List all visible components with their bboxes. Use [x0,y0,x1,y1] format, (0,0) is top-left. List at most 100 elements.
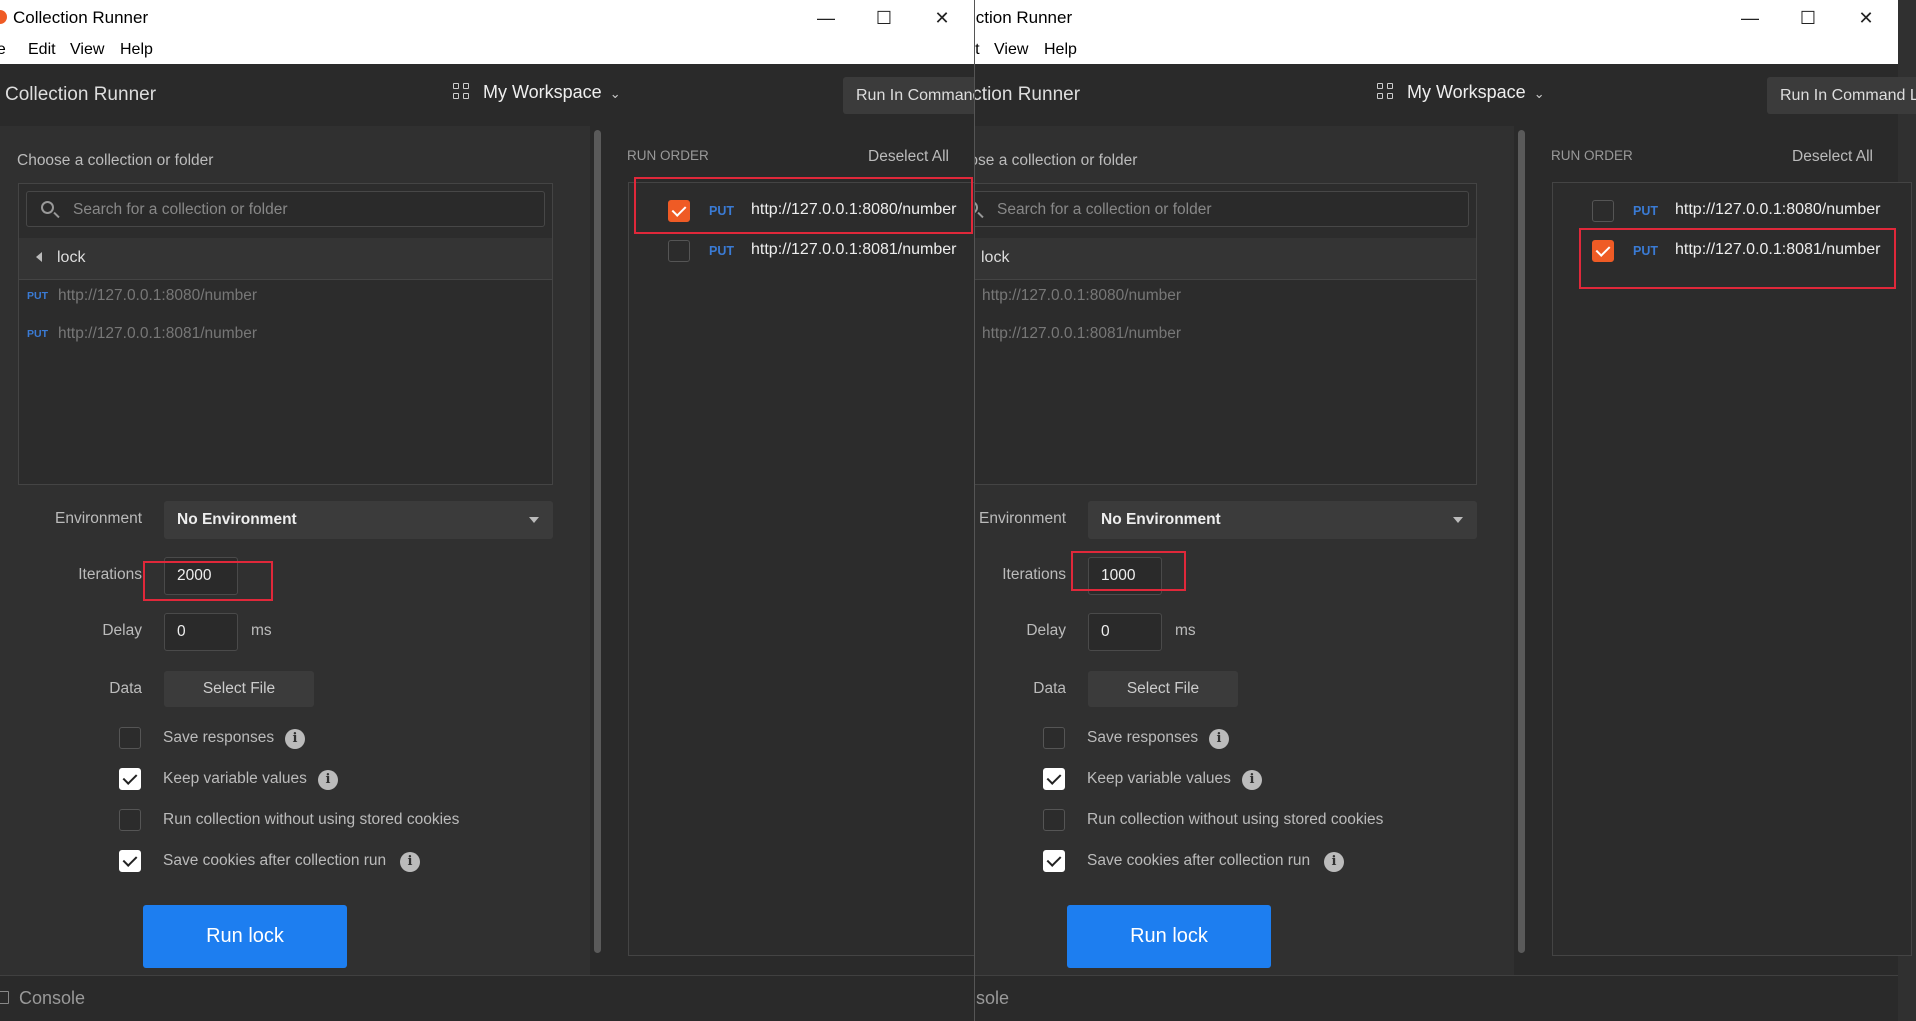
collection-request-item[interactable]: PUT http://127.0.0.1:8080/number [19,281,552,311]
delay-input[interactable] [1088,613,1162,651]
maximize-icon[interactable]: ☐ [1788,2,1828,34]
method-badge: PUT [709,244,734,258]
menu-help[interactable]: Help [120,41,153,59]
run-order-item[interactable]: PUT http://127.0.0.1:8081/number [1564,233,1904,269]
workspace-name: My Workspace [1407,82,1526,102]
deselect-all-link[interactable]: Deselect All [868,148,949,166]
workspace-grid-icon [453,83,471,101]
app-header: Collection Runner My Workspace ⌄ Run In C… [0,64,974,126]
info-icon[interactable]: i [1242,770,1262,790]
search-input[interactable] [71,198,515,222]
collection-browser: lock PUT http://127.0.0.1:8080/number PU… [18,183,553,485]
collection-request-item[interactable]: PUT http://127.0.0.1:8081/number [975,319,1476,349]
run-in-command-line-button[interactable]: Run In Command Line [843,77,974,114]
save-cookies-checkbox[interactable] [1043,850,1065,872]
save-cookies-checkbox[interactable] [119,850,141,872]
collection-request-item[interactable]: PUT http://127.0.0.1:8081/number [19,319,552,349]
console-icon[interactable] [0,991,9,1004]
info-icon[interactable]: i [1209,729,1229,749]
menu-bar: File Edit View Help [0,36,974,64]
chevron-down-icon: ⌄ [1533,86,1545,101]
no-stored-cookies-checkbox[interactable] [1043,809,1065,831]
scrollbar[interactable] [1518,130,1525,953]
scrollbar[interactable] [594,130,601,953]
save-cookies-label: Save cookies after collection run [163,852,387,869]
request-url: http://127.0.0.1:8081/number [751,241,957,258]
save-responses-label: Save responses [1087,729,1199,746]
minimize-icon[interactable]: — [806,2,846,34]
search-box [975,191,1469,227]
request-url: http://127.0.0.1:8080/number [1675,201,1881,218]
maximize-icon[interactable]: ☐ [864,2,904,34]
collection-request-item[interactable]: PUT http://127.0.0.1:8080/number [975,281,1476,311]
delay-unit: ms [251,622,272,639]
delay-label: Delay [102,622,142,639]
status-bar: Console [0,975,974,1021]
select-file-button[interactable]: Select File [164,671,314,707]
method-badge: PUT [1633,204,1658,218]
run-in-command-line-button[interactable]: Run In Command Line [1767,77,1916,114]
save-responses-checkbox[interactable] [1043,727,1065,749]
close-icon[interactable]: ✕ [922,2,962,34]
folder-back-row[interactable]: lock [975,238,1476,280]
menu-help[interactable]: Help [1044,41,1077,59]
run-order-item[interactable]: PUT http://127.0.0.1:8080/number [1564,193,1904,229]
close-icon[interactable]: ✕ [1846,2,1886,34]
console-toggle[interactable]: Console [19,988,85,1009]
menu-edit[interactable]: Edit [28,41,56,59]
dropdown-arrow-icon [529,517,539,523]
save-responses-checkbox[interactable] [119,727,141,749]
workspace-switcher[interactable]: My Workspace ⌄ [1377,82,1545,103]
run-collection-button[interactable]: Run lock [143,905,347,968]
menu-file[interactable]: File [0,41,6,59]
run-order-checkbox[interactable] [668,200,690,222]
run-order-item[interactable]: PUT http://127.0.0.1:8081/number [640,233,974,269]
menu-view[interactable]: View [70,41,104,59]
data-label: Data [109,680,142,697]
menu-view[interactable]: View [994,41,1028,59]
info-icon[interactable]: i [1324,852,1344,872]
deselect-all-link[interactable]: Deselect All [1792,148,1873,166]
delay-input[interactable] [164,613,238,651]
info-icon[interactable]: i [318,770,338,790]
run-order-checkbox[interactable] [668,240,690,262]
data-label: Data [1033,680,1066,697]
caret-left-icon[interactable] [36,252,42,262]
environment-select[interactable]: No Environment [164,501,553,539]
workspace-switcher[interactable]: My Workspace ⌄ [453,82,621,103]
page-title: Collection Runner [5,84,157,105]
run-order-checkbox[interactable] [1592,240,1614,262]
select-file-button[interactable]: Select File [1088,671,1238,707]
info-icon[interactable]: i [285,729,305,749]
search-box [26,191,545,227]
delay-unit: ms [1175,622,1196,639]
keep-variable-values-checkbox[interactable] [1043,768,1065,790]
menu-edit[interactable]: Edit [975,41,980,59]
no-stored-cookies-label: Run collection without using stored cook… [1087,811,1384,828]
search-input[interactable] [995,198,1439,222]
info-icon[interactable]: i [400,852,420,872]
collection-browser: lock PUT http://127.0.0.1:8080/number PU… [975,183,1477,485]
request-url: http://127.0.0.1:8081/number [58,325,258,342]
environment-select[interactable]: No Environment [1088,501,1477,539]
run-collection-button[interactable]: Run lock [1067,905,1271,968]
page-title: Collection Runner [974,84,1081,105]
no-stored-cookies-checkbox[interactable] [119,809,141,831]
iterations-input[interactable] [1088,557,1162,595]
request-url: http://127.0.0.1:8080/number [982,287,1182,304]
console-toggle[interactable]: Console [975,988,1009,1009]
workspace-grid-icon [1377,83,1395,101]
run-order-item[interactable]: PUT http://127.0.0.1:8080/number [640,193,974,229]
method-badge: PUT [27,290,48,302]
runner-window-right: Collection Runner — ☐ ✕ File Edit View H… [974,0,1916,1021]
run-order-checkbox[interactable] [1592,200,1614,222]
runner-window-left: Collection Runner — ☐ ✕ File Edit View H… [0,0,974,1021]
request-url: http://127.0.0.1:8080/number [751,201,957,218]
request-url: http://127.0.0.1:8081/number [1675,241,1881,258]
folder-back-row[interactable]: lock [19,238,552,280]
minimize-icon[interactable]: — [1730,2,1770,34]
iterations-input[interactable] [164,557,238,595]
keep-variable-values-label: Keep variable values [163,770,307,787]
request-url: http://127.0.0.1:8081/number [982,325,1182,342]
keep-variable-values-checkbox[interactable] [119,768,141,790]
